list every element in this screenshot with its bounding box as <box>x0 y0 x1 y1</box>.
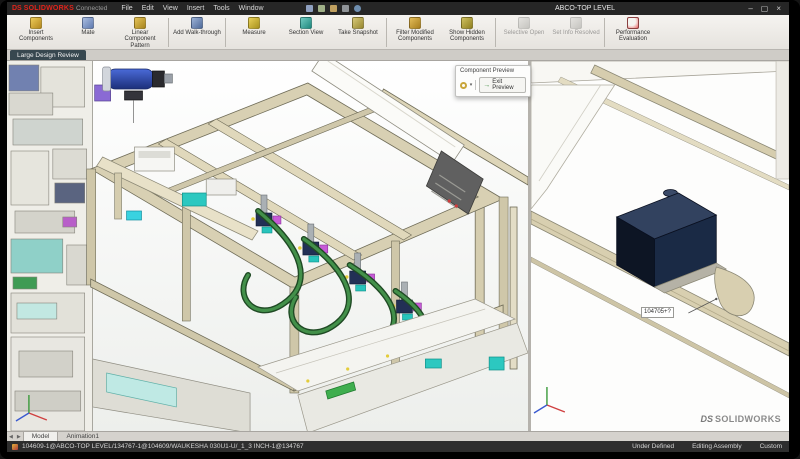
set-info-resolved-button[interactable]: Set Info Resolved <box>550 16 602 49</box>
ds-logo-icon: DS <box>12 5 22 12</box>
walkthrough-icon <box>191 17 203 29</box>
mode-tab-row: Large Design Review <box>7 50 789 61</box>
mate-icon <box>82 17 94 29</box>
document-tab-bar: ◀ ▶ Model Animation1 <box>7 431 789 441</box>
popup-toolbar: ▾ → Exit Preview <box>456 75 530 96</box>
take-snapshot-button[interactable]: Take Snapshot <box>332 16 384 49</box>
maximize-button[interactable]: ▢ <box>761 2 769 15</box>
menu-bar: File Edit View Insert Tools Window <box>121 5 263 12</box>
popup-title: Component Preview <box>456 66 530 75</box>
component-callout: 104705+? <box>641 307 674 318</box>
performance-evaluation-button[interactable]: Performance Evaluation <box>607 16 659 49</box>
solidworks-logo-text: SOLIDWORKS <box>24 5 74 12</box>
ribbon-separator <box>168 18 169 47</box>
mate-button[interactable]: Mate <box>62 16 114 49</box>
menu-file[interactable]: File <box>121 5 132 12</box>
minimize-button[interactable]: – <box>748 2 752 15</box>
assembly-model-view <box>7 61 528 431</box>
document-title: ABCO-TOP LEVEL <box>555 2 615 15</box>
component-preview-popup: Component Preview ▾ → Exit Preview <box>455 65 531 97</box>
tab-scroll-left-icon[interactable]: ◀ <box>7 434 15 440</box>
settings-icon[interactable] <box>342 5 349 12</box>
ds-watermark-icon: DS <box>700 414 713 424</box>
selected-component-path: 104609-1@ABCO-TOP LEVEL/134767-1@104609/… <box>22 443 628 450</box>
ribbon-separator <box>225 18 226 47</box>
filter-modified-components-button[interactable]: Filter Modified Components <box>389 16 441 49</box>
menu-edit[interactable]: Edit <box>142 5 154 12</box>
section-view-icon <box>300 17 312 29</box>
close-button[interactable]: × <box>776 2 781 15</box>
constraint-status: Under Defined <box>632 443 674 450</box>
component-preview-view <box>531 61 789 431</box>
menu-window[interactable]: Window <box>239 5 264 12</box>
popup-divider <box>475 80 476 90</box>
insert-components-icon <box>30 17 42 29</box>
status-right-group: Under Defined Editing Assembly Custom <box>632 443 784 450</box>
tab-scroll-right-icon[interactable]: ▶ <box>15 434 23 440</box>
menu-view[interactable]: View <box>163 5 178 12</box>
linear-pattern-icon <box>134 17 146 29</box>
exit-arrow-icon: → <box>483 82 490 89</box>
measure-icon <box>248 17 260 29</box>
chevron-down-icon[interactable]: ▾ <box>470 82 473 88</box>
selective-open-button[interactable]: Selective Open <box>498 16 550 49</box>
show-hidden-components-button[interactable]: Show Hidden Components <box>441 16 493 49</box>
tab-model[interactable]: Model <box>23 432 59 441</box>
editing-mode-label: Editing Assembly <box>692 443 742 450</box>
add-walkthrough-button[interactable]: Add Walk-through <box>171 16 223 49</box>
titlebar-quick-icons <box>306 5 361 12</box>
filter-icon <box>409 17 421 29</box>
show-hidden-icon <box>461 17 473 29</box>
undo-icon[interactable] <box>318 5 325 12</box>
status-bar: 104609-1@ABCO-TOP LEVEL/134767-1@104609/… <box>7 441 789 452</box>
connected-label: Connected <box>76 5 107 12</box>
main-viewport-right[interactable]: 104705+? DS SOLIDWORKS <box>531 61 789 431</box>
graphics-area: 104705+? DS SOLIDWORKS Component Preview… <box>7 61 789 431</box>
linear-component-pattern-button[interactable]: Linear Component Pattern <box>114 16 166 49</box>
insert-components-button[interactable]: Insert Components <box>10 16 62 49</box>
main-viewport-left[interactable] <box>7 61 528 431</box>
solidworks-watermark: DS SOLIDWORKS <box>700 414 781 424</box>
screen: DS SOLIDWORKS Connected File Edit View I… <box>0 0 800 459</box>
menu-tools[interactable]: Tools <box>213 5 229 12</box>
set-info-resolved-icon <box>570 17 582 29</box>
section-view-button[interactable]: Section View <box>280 16 332 49</box>
save-icon[interactable] <box>306 5 313 12</box>
ribbon-separator <box>386 18 387 47</box>
tab-animation1[interactable]: Animation1 <box>58 432 107 441</box>
window-controls: – ▢ × <box>748 2 789 15</box>
rebuild-icon[interactable] <box>330 5 337 12</box>
solidworks-window: DS SOLIDWORKS Connected File Edit View I… <box>7 2 789 452</box>
performance-evaluation-icon <box>627 17 639 29</box>
title-bar: DS SOLIDWORKS Connected File Edit View I… <box>7 2 789 15</box>
large-design-review-tab[interactable]: Large Design Review <box>10 50 86 60</box>
snapshot-icon <box>352 17 364 29</box>
gear-icon[interactable] <box>460 82 467 89</box>
command-ribbon: Insert Components Mate Linear Component … <box>7 15 789 50</box>
units-selector[interactable]: Custom <box>760 443 782 450</box>
menu-insert[interactable]: Insert <box>187 5 205 12</box>
assembly-icon <box>12 444 18 450</box>
measure-button[interactable]: Measure <box>228 16 280 49</box>
search-icon[interactable] <box>354 5 361 12</box>
ribbon-separator <box>495 18 496 47</box>
selective-open-icon <box>518 17 530 29</box>
left-machinery-stack <box>7 61 93 431</box>
exit-preview-button[interactable]: → Exit Preview <box>479 77 526 93</box>
app-logo: DS SOLIDWORKS Connected <box>7 5 113 12</box>
ribbon-separator <box>604 18 605 47</box>
